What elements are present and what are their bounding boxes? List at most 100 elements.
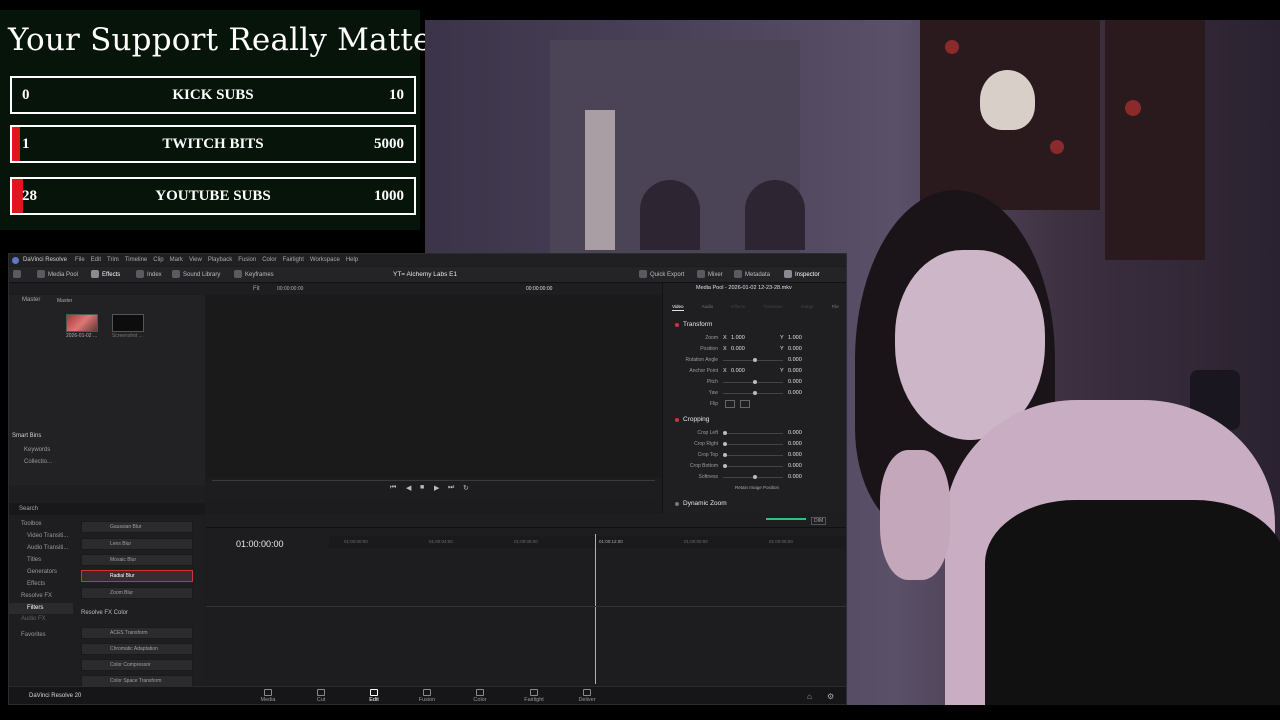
master-tab[interactable]: Master xyxy=(22,297,40,303)
menu-color[interactable]: Color xyxy=(262,257,276,263)
menu-fairlight[interactable]: Fairlight xyxy=(283,257,304,263)
mixer-button[interactable]: Mixer xyxy=(697,270,723,280)
softness-input[interactable]: 0.000 xyxy=(788,474,802,480)
play-icon[interactable]: ▶ xyxy=(434,484,439,492)
menu-timeline[interactable]: Timeline xyxy=(125,257,147,263)
quick-export-button[interactable]: Quick Export xyxy=(639,270,684,280)
crop-left-input[interactable]: 0.000 xyxy=(788,430,802,436)
page-edit[interactable]: Edit xyxy=(354,689,394,703)
smart-bin-keywords[interactable]: Keywords xyxy=(24,447,50,453)
settings-gear-icon[interactable]: ⚙ xyxy=(827,692,834,701)
tab-video[interactable]: Video xyxy=(672,295,684,311)
playhead[interactable] xyxy=(595,534,596,684)
tree-titles[interactable]: Titles xyxy=(27,557,41,563)
page-media[interactable]: Media xyxy=(248,689,288,703)
slider-knob[interactable] xyxy=(753,358,757,362)
position-y-input[interactable]: 0.000 xyxy=(788,346,802,352)
cropping-section-header[interactable]: Cropping xyxy=(663,415,846,425)
sound-library-button[interactable]: Sound Library xyxy=(172,270,220,280)
crop-left-slider[interactable] xyxy=(723,433,783,434)
media-pool-button[interactable]: Media Pool xyxy=(37,270,78,280)
media-thumbnail[interactable] xyxy=(66,314,98,332)
zoom-x-input[interactable]: 1.000 xyxy=(731,335,745,341)
home-icon[interactable]: ⌂ xyxy=(807,692,812,701)
inspector-button[interactable]: Inspector xyxy=(784,270,820,280)
rotation-input[interactable]: 0.000 xyxy=(788,357,802,363)
position-x-input[interactable]: 0.000 xyxy=(731,346,745,352)
tree-audio-fx[interactable]: Audio FX xyxy=(21,616,46,622)
tree-effects[interactable]: Effects xyxy=(27,581,45,587)
tree-video-transitions[interactable]: Video Transiti... xyxy=(27,533,68,539)
effect-lens-blur[interactable]: Lens Blur xyxy=(81,538,193,550)
menu-fusion[interactable]: Fusion xyxy=(238,257,256,263)
slider-knob[interactable] xyxy=(753,380,757,384)
tree-generators[interactable]: Generators xyxy=(27,569,57,575)
effects-button[interactable]: Effects xyxy=(91,270,120,280)
fit-dropdown[interactable]: Fit xyxy=(253,286,260,292)
crop-bottom-slider[interactable] xyxy=(723,466,783,467)
viewer-scrubber[interactable] xyxy=(212,480,655,481)
flip-horizontal-icon[interactable] xyxy=(725,400,735,408)
tab-transition[interactable]: Transition xyxy=(763,295,783,311)
volume-slider[interactable] xyxy=(766,518,806,520)
effect-zoom-blur[interactable]: Zoom Blur xyxy=(81,587,193,599)
tab-file[interactable]: File xyxy=(832,295,839,311)
menu-file[interactable]: File xyxy=(75,257,85,263)
dynamic-zoom-section-header[interactable]: Dynamic Zoom xyxy=(663,499,846,509)
effects-search-input[interactable]: Search xyxy=(19,506,38,512)
effect-gaussian-blur[interactable]: Gaussian Blur xyxy=(81,521,193,533)
crop-right-slider[interactable] xyxy=(723,444,783,445)
anchor-y-input[interactable]: 0.000 xyxy=(788,368,802,374)
crop-right-input[interactable]: 0.000 xyxy=(788,441,802,447)
page-fairlight[interactable]: Fairlight xyxy=(514,689,554,703)
slider-knob[interactable] xyxy=(723,431,727,435)
timeline-ruler[interactable]: 01:00:00:00 01:00:04:00 01:00:08:00 01:0… xyxy=(329,536,846,548)
tab-effects[interactable]: Effects xyxy=(731,295,745,311)
page-cut[interactable]: Cut xyxy=(301,689,341,703)
page-fusion[interactable]: Fusion xyxy=(407,689,447,703)
slider-knob[interactable] xyxy=(723,442,727,446)
tree-favorites[interactable]: Favorites xyxy=(21,632,46,638)
page-deliver[interactable]: Deliver xyxy=(567,689,607,703)
smart-bin-collections[interactable]: Collectio... xyxy=(24,459,52,465)
menu-view[interactable]: View xyxy=(189,257,202,263)
dim-button[interactable]: DIM xyxy=(811,517,827,525)
tree-toolbox[interactable]: Toolbox xyxy=(21,521,42,527)
go-to-start-icon[interactable]: ⏮ xyxy=(390,484,396,492)
crop-bottom-input[interactable]: 0.000 xyxy=(788,463,802,469)
effect-aces-transform[interactable]: ACES Transform xyxy=(81,627,193,639)
menu-mark[interactable]: Mark xyxy=(170,257,183,263)
tab-image[interactable]: Image xyxy=(801,295,814,311)
menu-playback[interactable]: Playback xyxy=(208,257,232,263)
menu-clip[interactable]: Clip xyxy=(153,257,163,263)
go-to-end-icon[interactable]: ⏭ xyxy=(448,484,454,492)
page-color[interactable]: Color xyxy=(460,689,500,703)
tree-audio-transitions[interactable]: Audio Transiti... xyxy=(27,545,68,551)
zoom-y-input[interactable]: 1.000 xyxy=(788,335,802,341)
retain-image-position-checkbox[interactable]: Retain Image Position xyxy=(735,485,779,490)
index-button[interactable]: Index xyxy=(136,270,162,280)
yaw-input[interactable]: 0.000 xyxy=(788,390,802,396)
slider-knob[interactable] xyxy=(753,475,757,479)
stop-icon[interactable]: ■ xyxy=(420,484,424,491)
tree-resolve-fx[interactable]: Resolve FX xyxy=(21,593,52,599)
loop-icon[interactable]: ↻ xyxy=(463,484,469,492)
anchor-x-input[interactable]: 0.000 xyxy=(731,368,745,374)
crop-top-slider[interactable] xyxy=(723,455,783,456)
slider-knob[interactable] xyxy=(723,464,727,468)
timeline-viewer[interactable]: ⏮ ◀ ■ ▶ ⏭ ↻ xyxy=(206,295,661,500)
tab-audio[interactable]: Audio xyxy=(702,295,714,311)
effect-chromatic-adaptation[interactable]: Chromatic Adaptation xyxy=(81,643,193,655)
media-thumbnail[interactable] xyxy=(112,314,144,332)
slider-knob[interactable] xyxy=(723,453,727,457)
menu-edit[interactable]: Edit xyxy=(91,257,101,263)
effect-color-compressor[interactable]: Color Compressor xyxy=(81,659,193,671)
slider-knob[interactable] xyxy=(753,391,757,395)
effect-radial-blur[interactable]: Radial Blur xyxy=(81,570,193,582)
transform-section-header[interactable]: Transform xyxy=(663,320,846,330)
menu-workspace[interactable]: Workspace xyxy=(310,257,340,263)
keyframes-button[interactable]: Keyframes xyxy=(234,270,274,280)
flip-vertical-icon[interactable] xyxy=(740,400,750,408)
menu-help[interactable]: Help xyxy=(346,257,358,263)
play-reverse-icon[interactable]: ◀ xyxy=(406,484,411,492)
